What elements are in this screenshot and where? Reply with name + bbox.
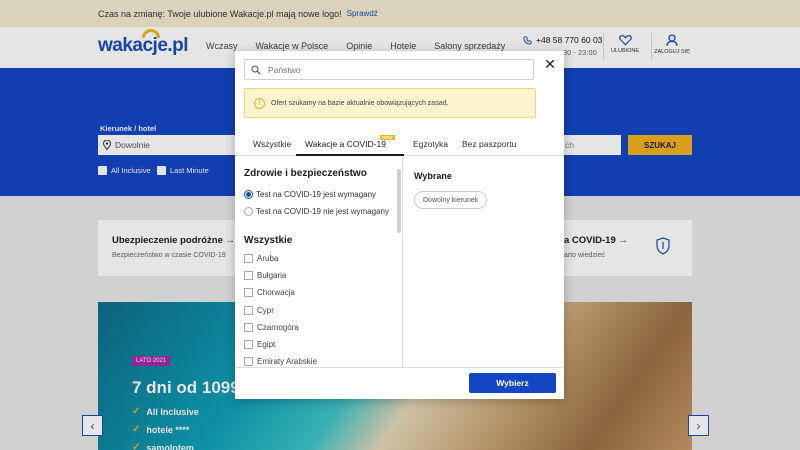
destination-tabs: Wszystkie Wakacje a COVID-19 NEW Egzotyk…: [235, 133, 564, 156]
checkbox: [244, 323, 253, 332]
search-icon: [251, 64, 261, 75]
modal-footer: Wybierz: [235, 367, 564, 399]
covid-notice: ! Ofert szukamy na bazie aktualnie obowi…: [244, 88, 536, 118]
close-icon[interactable]: ✕: [543, 57, 557, 71]
country-item-bulgaria[interactable]: Bułgaria: [244, 271, 286, 280]
info-icon: !: [254, 97, 265, 109]
country-item-croatia[interactable]: Chorwacja: [244, 288, 295, 297]
all-countries-title: Wszystkie: [244, 235, 293, 246]
checkbox: [244, 271, 253, 280]
country-item-montenegro[interactable]: Czarnogóra: [244, 323, 299, 332]
country-label: Aruba: [257, 254, 279, 263]
confirm-button[interactable]: Wybierz: [469, 373, 556, 393]
country-search-input[interactable]: [268, 64, 518, 75]
country-label: Emiraty Arabskie: [257, 357, 318, 366]
tab-no-passport[interactable]: Bez paszportu: [462, 139, 516, 149]
radio-unselected: [244, 207, 253, 216]
country-search-field[interactable]: [244, 59, 534, 80]
active-tab-indicator: [296, 154, 404, 156]
checkbox: [244, 340, 253, 349]
list-scrollbar[interactable]: [397, 169, 401, 233]
country-item-cyprus[interactable]: Cypr: [244, 306, 274, 315]
radio-selected: [244, 190, 253, 199]
radio-label: Test na COVID-19 nie jest wymagany: [256, 207, 389, 216]
country-item-uae[interactable]: Emiraty Arabskie: [244, 357, 317, 366]
checkbox: [244, 357, 253, 366]
country-label: Czarnogóra: [257, 323, 299, 332]
selected-panel: Wybrane Dowolny kierunek: [404, 157, 564, 367]
covid-test-required-radio[interactable]: Test na COVID-19 jest wymagany: [244, 190, 376, 199]
covid-test-not-required-radio[interactable]: Test na COVID-19 nie jest wymagany: [244, 207, 389, 216]
country-label: Egipt: [257, 340, 276, 349]
tab-all[interactable]: Wszystkie: [253, 139, 291, 149]
country-item-aruba[interactable]: Aruba: [244, 254, 278, 263]
notice-text: Ofert szukamy na bazie aktualnie obowiąz…: [271, 99, 449, 107]
checkbox: [244, 254, 253, 263]
tab-exotic[interactable]: Egzotyka: [413, 139, 448, 149]
new-badge: NEW: [380, 135, 395, 140]
selected-title: Wybrane: [414, 171, 452, 181]
checkbox: [244, 306, 253, 315]
country-label: Bułgaria: [257, 271, 287, 280]
country-label: Cypr: [257, 306, 274, 315]
tab-covid[interactable]: Wakacje a COVID-19: [305, 139, 386, 149]
filter-list[interactable]: Zdrowie i bezpieczeństwo Test na COVID-1…: [235, 157, 403, 367]
destination-modal: ✕ ! Ofert szukamy na bazie aktualnie obo…: [235, 51, 564, 399]
radio-label: Test na COVID-19 jest wymagany: [256, 190, 377, 199]
country-item-egypt[interactable]: Egipt: [244, 340, 275, 349]
health-section-title: Zdrowie i bezpieczeństwo: [244, 168, 367, 179]
checkbox: [244, 288, 253, 297]
country-label: Chorwacja: [257, 288, 295, 297]
selected-chip[interactable]: Dowolny kierunek: [414, 191, 488, 209]
